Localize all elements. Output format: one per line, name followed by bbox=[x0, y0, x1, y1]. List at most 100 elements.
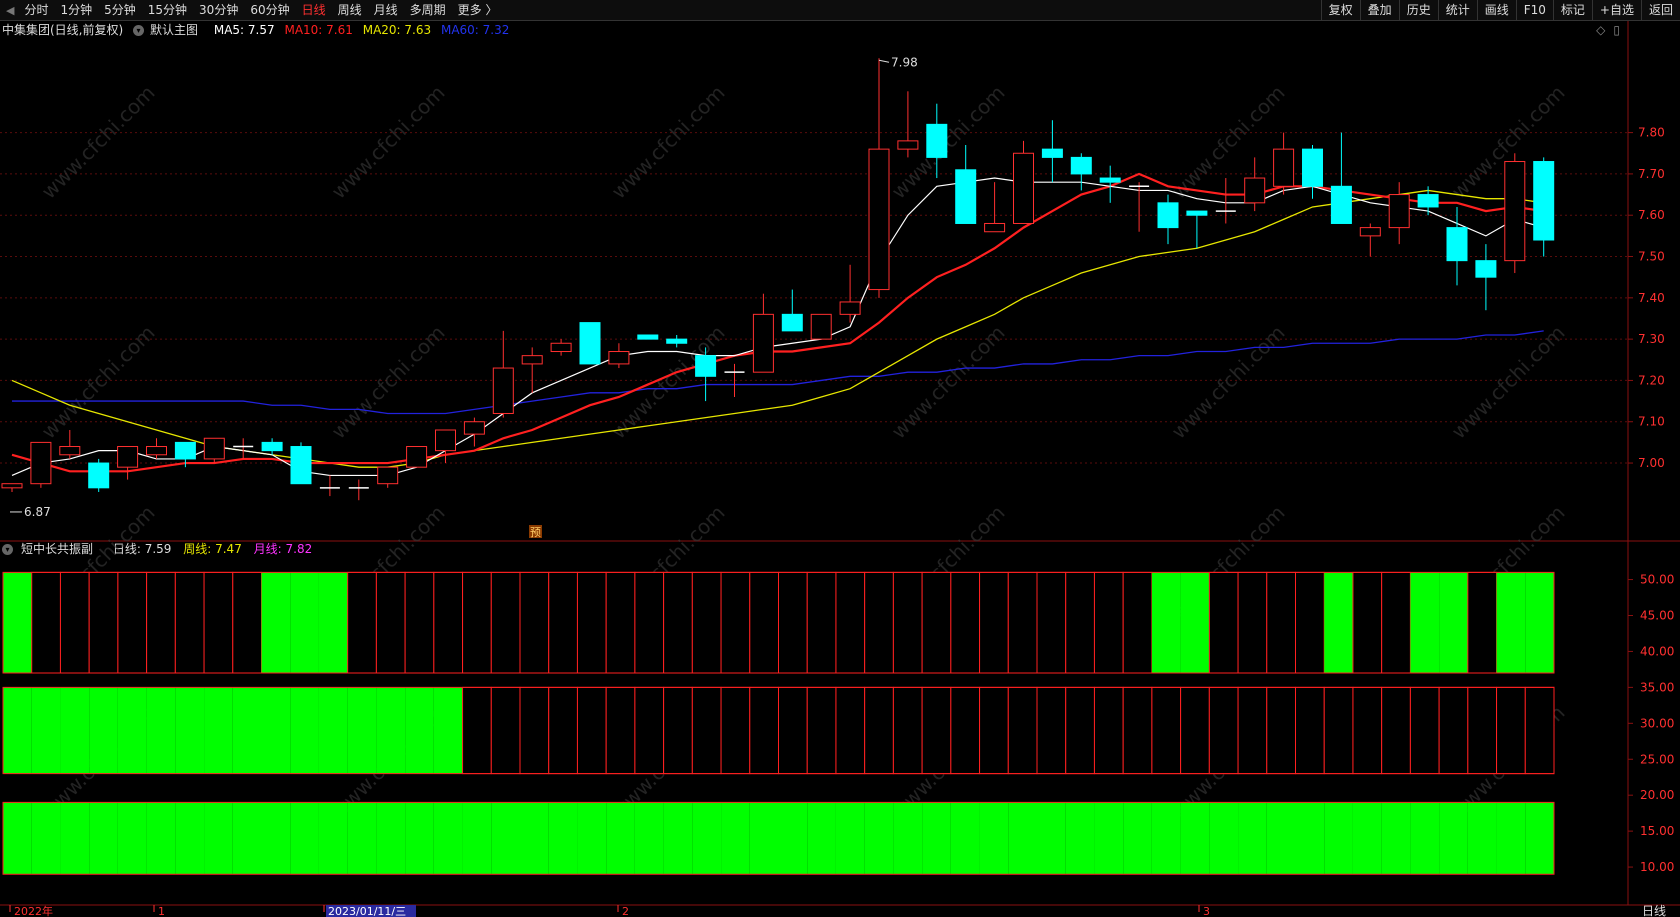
band-cell bbox=[1266, 802, 1296, 875]
band-cell bbox=[175, 802, 205, 875]
band-cell bbox=[1237, 686, 1268, 775]
band-cell bbox=[1295, 571, 1325, 674]
candle bbox=[637, 334, 659, 340]
candle bbox=[1070, 153, 1092, 191]
date-label: 2022年 bbox=[14, 904, 53, 917]
band-cell bbox=[778, 571, 808, 674]
sub-tick-label: 20.00 bbox=[1640, 788, 1674, 802]
candle bbox=[146, 438, 167, 459]
band-cell bbox=[691, 571, 722, 674]
candle-body bbox=[579, 322, 601, 365]
band-cell bbox=[950, 686, 981, 775]
ma10-line bbox=[11, 172, 1544, 473]
band-cell bbox=[433, 687, 463, 774]
band-cell bbox=[1209, 802, 1239, 875]
candle bbox=[839, 264, 861, 323]
band-cell bbox=[1093, 571, 1124, 674]
candle-body bbox=[1446, 227, 1468, 262]
band-cell bbox=[1065, 686, 1095, 775]
price-tick-label: 7.70 bbox=[1638, 167, 1665, 181]
candle bbox=[1186, 210, 1208, 249]
candle bbox=[406, 446, 428, 468]
band-cell bbox=[1037, 802, 1066, 875]
candle-body bbox=[1330, 185, 1352, 224]
band-cell bbox=[519, 571, 550, 674]
band-cell bbox=[892, 686, 923, 775]
band-cell bbox=[1381, 802, 1411, 875]
candle-body bbox=[406, 446, 428, 468]
band-cell bbox=[60, 802, 90, 875]
band-cell bbox=[174, 571, 205, 674]
candle-body bbox=[88, 462, 110, 489]
band-cell bbox=[1266, 571, 1297, 674]
chart-canvas[interactable]: 7.80 7.70 7.60 7.50 7.40 7.30 7.20 7.10 7.00 www.… bbox=[0, 0, 1680, 917]
candle bbox=[435, 429, 456, 464]
band-cell bbox=[1352, 686, 1383, 775]
band-cell bbox=[88, 571, 119, 674]
band-cell bbox=[1324, 802, 1353, 875]
medium-band bbox=[2, 686, 1555, 775]
candle bbox=[348, 479, 369, 501]
band-cell bbox=[864, 571, 894, 674]
band-cell bbox=[3, 572, 32, 673]
band-cell bbox=[1151, 572, 1181, 673]
band-cell bbox=[721, 802, 750, 875]
band-cell bbox=[778, 686, 808, 775]
band-cell bbox=[375, 571, 406, 674]
sub-tick-label: 40.00 bbox=[1640, 644, 1674, 658]
candle bbox=[1041, 120, 1063, 183]
candle-body bbox=[435, 429, 456, 452]
band-cell bbox=[433, 802, 463, 875]
candle bbox=[88, 458, 110, 492]
band-cell bbox=[778, 802, 808, 875]
band-cell bbox=[1525, 572, 1554, 673]
candle bbox=[492, 330, 514, 418]
band-cell bbox=[318, 687, 348, 774]
candle-body bbox=[550, 342, 572, 353]
band-cell bbox=[404, 571, 435, 674]
candle-body bbox=[1013, 152, 1034, 224]
candle-body bbox=[290, 446, 312, 485]
watermark: www.cfchi.com bbox=[37, 81, 160, 204]
candle-body bbox=[839, 301, 861, 315]
band-cell bbox=[548, 571, 578, 674]
candle-body bbox=[463, 421, 485, 435]
band-cell bbox=[146, 687, 176, 774]
band-cell bbox=[261, 802, 291, 875]
band-cell bbox=[1496, 686, 1526, 775]
band-cell bbox=[1496, 572, 1526, 673]
band-cell bbox=[89, 802, 118, 875]
band-cell bbox=[290, 802, 319, 875]
price-tick-label: 7.50 bbox=[1638, 250, 1665, 264]
sub-tick-label: 30.00 bbox=[1640, 716, 1674, 730]
price-tick-label: 7.20 bbox=[1638, 373, 1665, 387]
candle-body bbox=[261, 441, 283, 452]
high-label: 7.98 bbox=[891, 55, 918, 69]
band-cell bbox=[922, 802, 951, 875]
candle-body bbox=[666, 338, 688, 344]
band-cell bbox=[347, 687, 377, 774]
candle-body bbox=[1157, 202, 1179, 229]
date-label: 2 bbox=[622, 905, 629, 917]
band-cell bbox=[232, 687, 262, 774]
candle-body bbox=[781, 313, 803, 332]
band-cell bbox=[1381, 686, 1411, 775]
band-cell bbox=[1524, 686, 1555, 775]
band-cell bbox=[720, 571, 751, 674]
candle bbox=[810, 313, 832, 340]
band-cell bbox=[347, 571, 377, 674]
short-band bbox=[2, 571, 1555, 674]
band-cell bbox=[921, 686, 952, 775]
band-cell bbox=[605, 686, 636, 775]
band-cell bbox=[290, 687, 319, 774]
sub-tick-label: 25.00 bbox=[1640, 752, 1674, 766]
candle bbox=[261, 438, 283, 455]
band-cell bbox=[1094, 802, 1124, 875]
candle bbox=[521, 347, 543, 393]
candle bbox=[1244, 157, 1266, 212]
price-tick-label: 7.80 bbox=[1638, 126, 1665, 140]
band-cell bbox=[807, 802, 836, 875]
band-cell bbox=[1008, 802, 1037, 875]
band-cell bbox=[1410, 572, 1440, 673]
candle bbox=[608, 343, 630, 369]
